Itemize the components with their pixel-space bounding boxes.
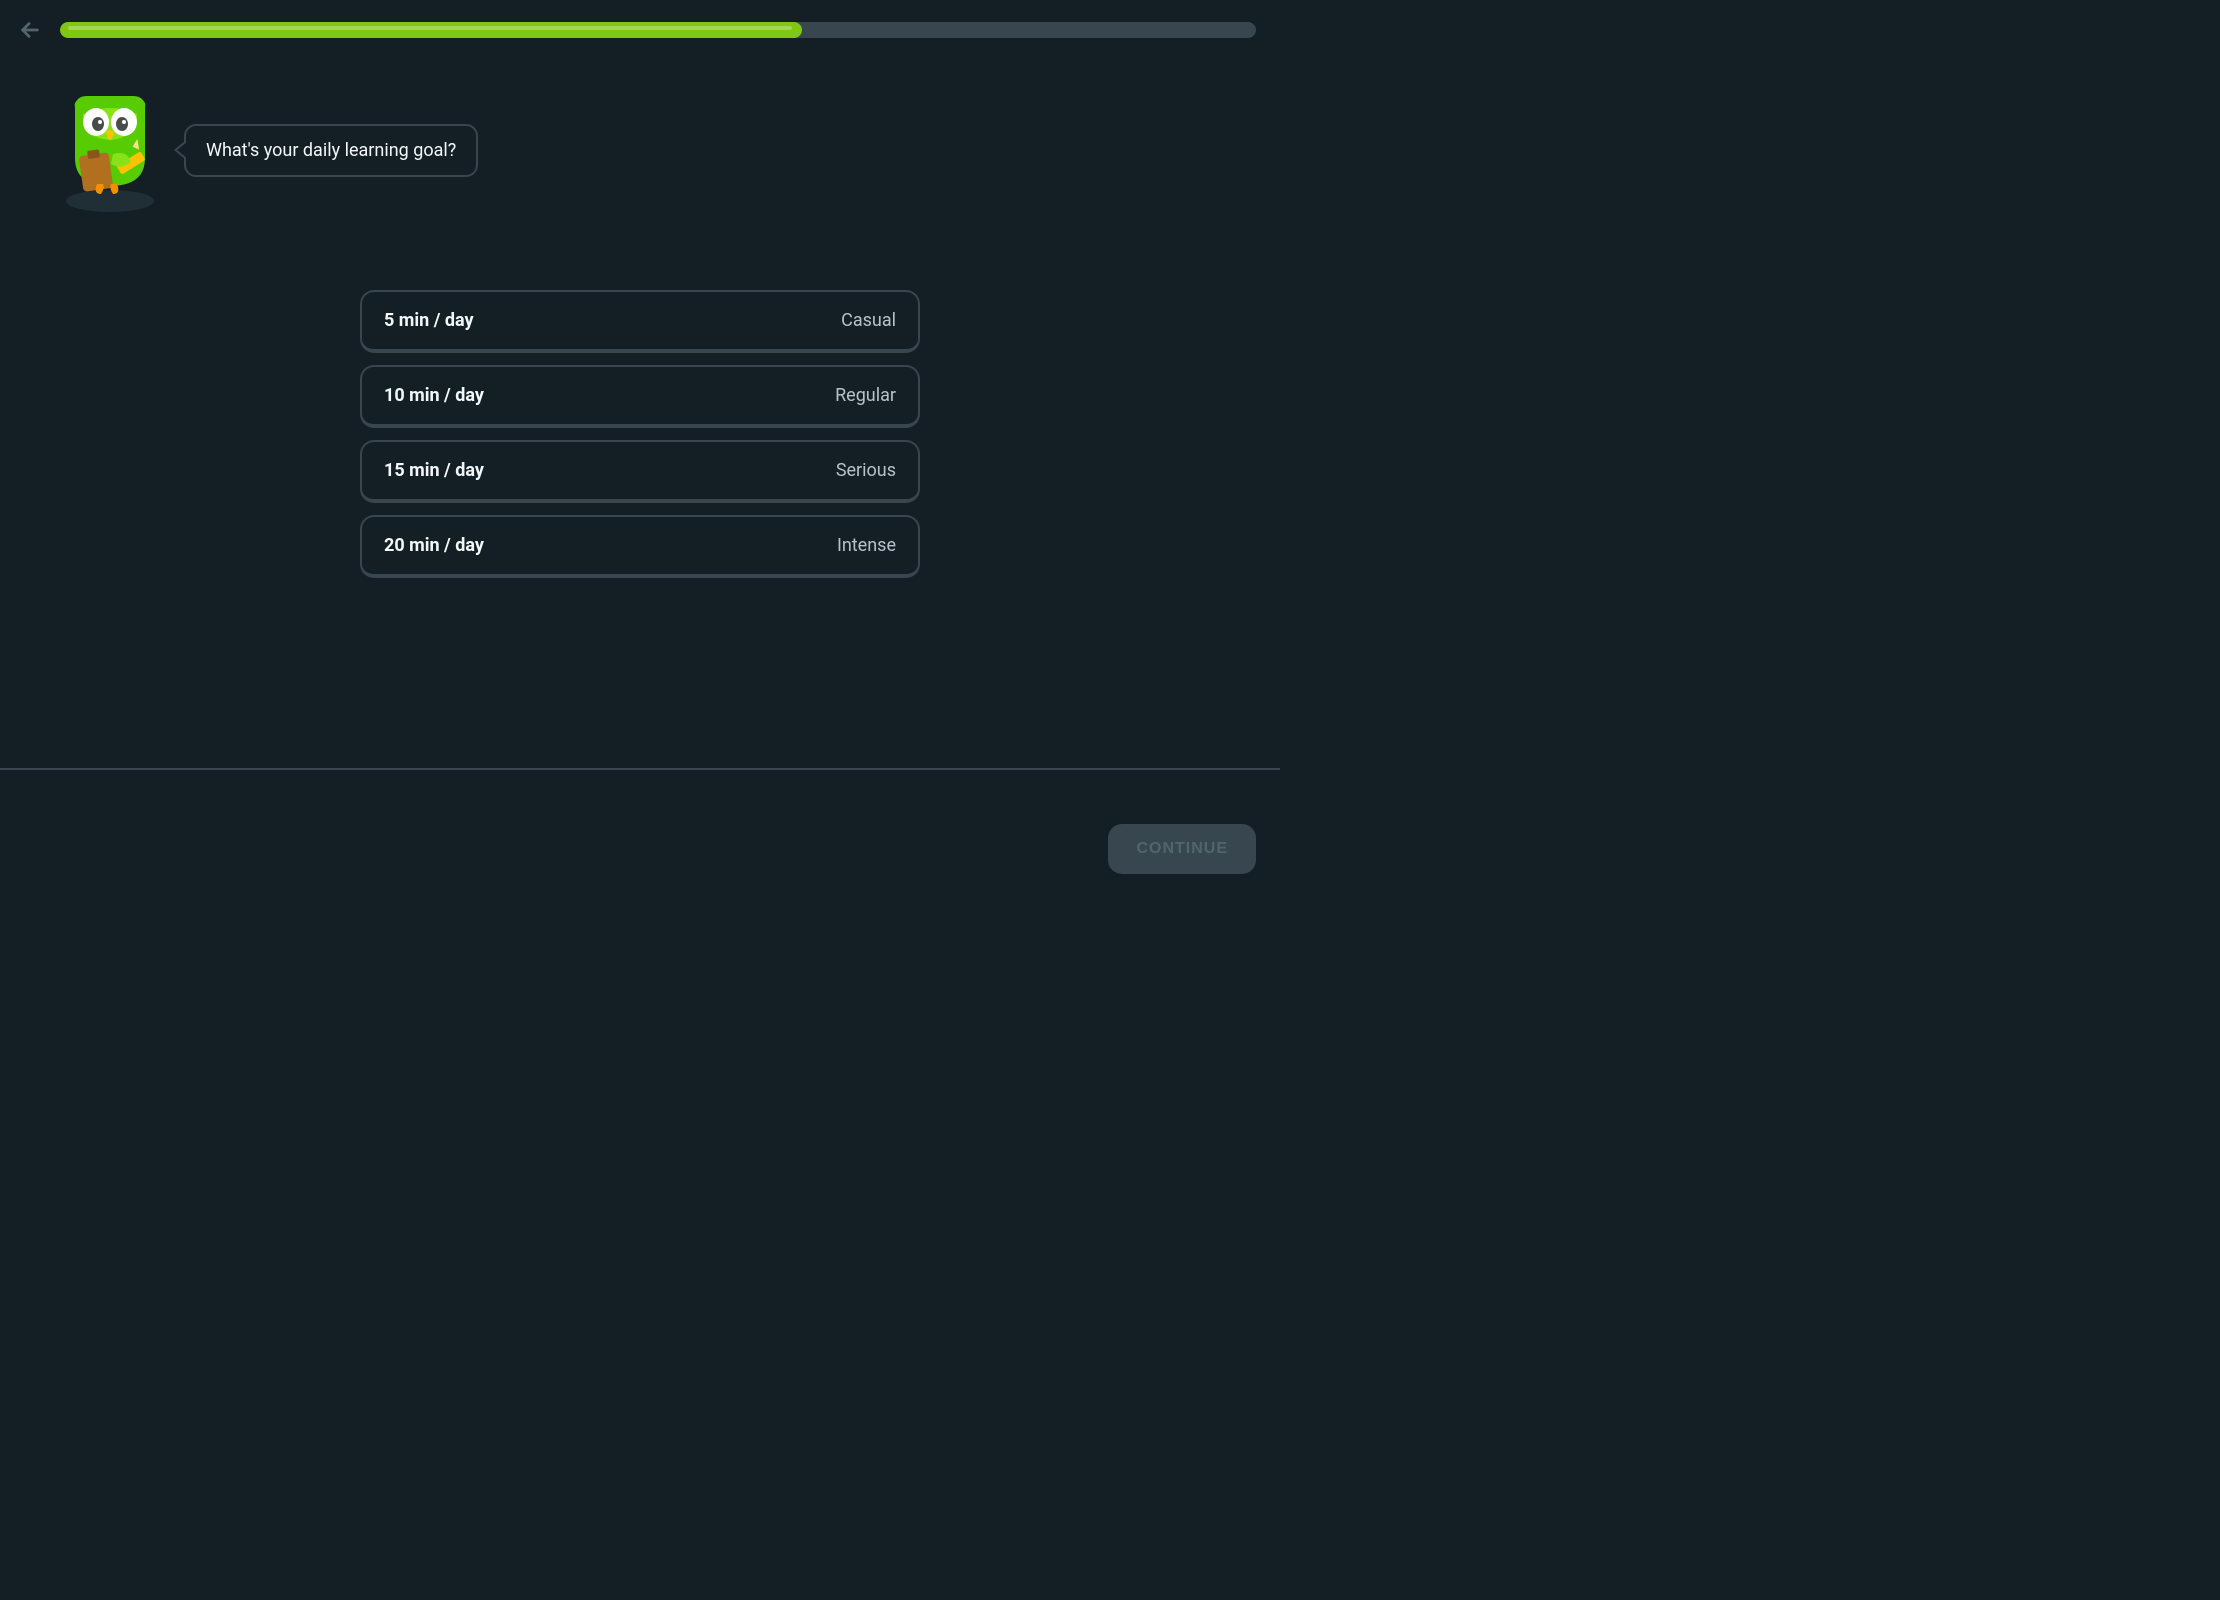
goal-option-serious[interactable]: 15 min / day Serious (360, 440, 920, 503)
continue-button[interactable]: CONTINUE (1108, 824, 1256, 874)
option-duration: 15 min / day (384, 460, 484, 481)
progress-bar (60, 22, 1256, 38)
mascot-section: What's your daily learning goal? (0, 60, 1280, 210)
option-label: Intense (837, 535, 896, 556)
option-duration: 10 min / day (384, 385, 484, 406)
arrow-left-icon (19, 19, 41, 41)
goal-options: 5 min / day Casual 10 min / day Regular … (360, 290, 920, 578)
back-button[interactable] (18, 18, 42, 42)
prompt-text: What's your daily learning goal? (206, 140, 456, 161)
mascot-avatar (60, 90, 160, 210)
owl-icon (63, 96, 157, 204)
option-label: Serious (836, 460, 896, 481)
goal-option-regular[interactable]: 10 min / day Regular (360, 365, 920, 428)
header-bar (0, 0, 1280, 60)
goal-option-casual[interactable]: 5 min / day Casual (360, 290, 920, 353)
option-label: Regular (835, 385, 896, 406)
goal-option-intense[interactable]: 20 min / day Intense (360, 515, 920, 578)
progress-fill (60, 22, 802, 38)
option-duration: 5 min / day (384, 310, 474, 331)
option-duration: 20 min / day (384, 535, 484, 556)
footer: CONTINUE (0, 768, 1280, 928)
speech-bubble: What's your daily learning goal? (184, 124, 478, 177)
option-label: Casual (841, 310, 896, 331)
